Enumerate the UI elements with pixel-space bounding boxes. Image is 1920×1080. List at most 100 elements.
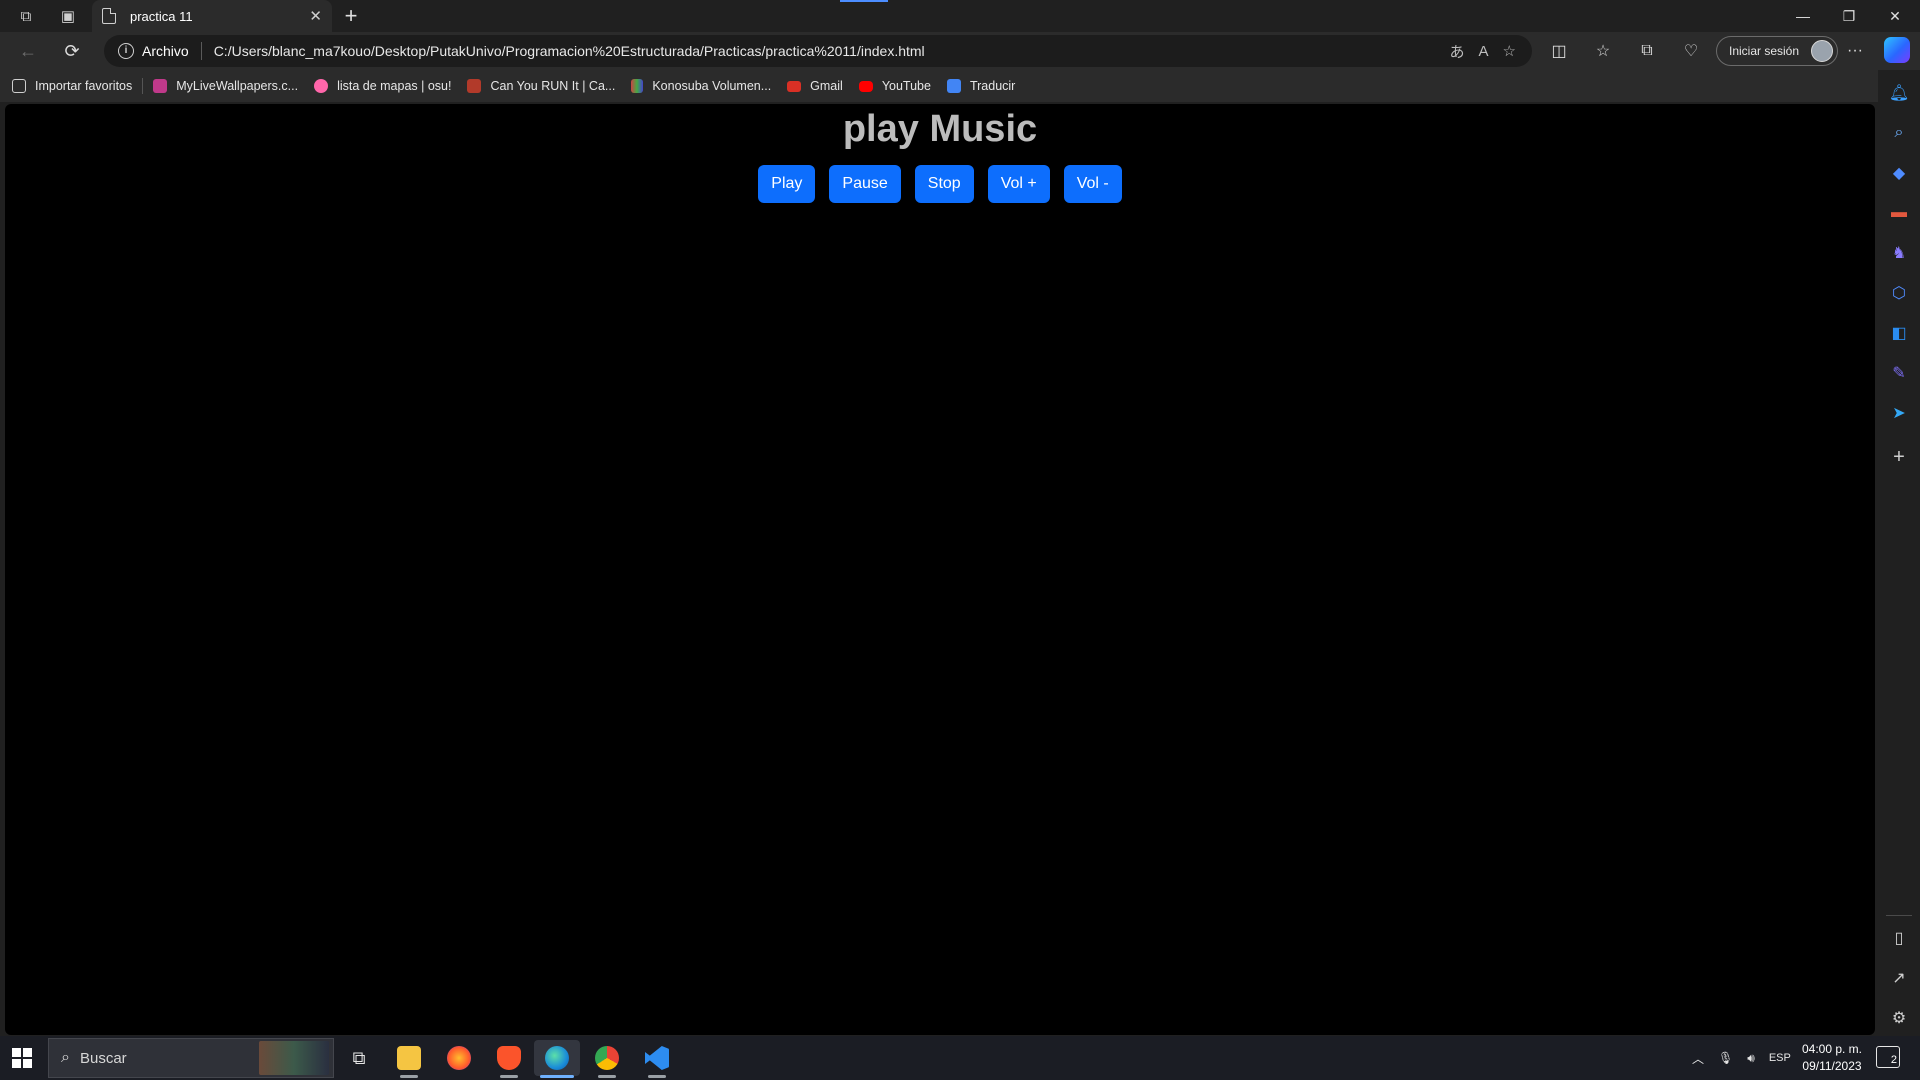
brave-icon[interactable]	[486, 1040, 532, 1078]
windows-start-icon[interactable]	[12, 1048, 32, 1068]
loading-indicator	[840, 0, 888, 2]
edge-icon[interactable]	[534, 1040, 580, 1078]
minimize-button[interactable]: —	[1780, 0, 1826, 32]
restore-button[interactable]: ❐	[1826, 0, 1872, 32]
workspaces-icon[interactable]: ⧉	[10, 4, 42, 28]
stop-button[interactable]: Stop	[914, 165, 974, 203]
favorite-traducir[interactable]: Traducir	[946, 79, 1016, 93]
microsoft-365-icon[interactable]: ⬡	[1886, 280, 1912, 306]
open-external-icon[interactable]: ↗	[1886, 965, 1912, 991]
navigation-bar: ← ⟳ i Archivo C:/Users/blanc_ma7kouo/Des…	[0, 32, 1920, 70]
clock-date: 09/11/2023	[1802, 1059, 1862, 1073]
clock-time: 04:00 p. m.	[1801, 1042, 1863, 1056]
favorite-star-icon[interactable]: ☆	[1503, 42, 1516, 60]
favorites-icon[interactable]: ☆	[1588, 37, 1618, 65]
favorite-youtube[interactable]: YouTube	[858, 79, 931, 93]
favorite-canyourunit[interactable]: Can You RUN It | Ca...	[467, 79, 615, 93]
task-view-glyph: ⧉	[352, 1047, 366, 1068]
url-text[interactable]: C:/Users/blanc_ma7kouo/Desktop/PutakUniv…	[214, 43, 925, 59]
mylivewallpapers-icon	[153, 79, 168, 93]
running-indicator	[598, 1075, 616, 1078]
vscode-logo-icon	[645, 1046, 669, 1070]
search-icon[interactable]: ⌕	[1886, 120, 1912, 146]
edge-sidebar: 🔔︎ ⌕ ◆ ▬ ♞ ⬡ ◧ ✎ ➤ + ▯ ↗ ⚙	[1878, 70, 1920, 1036]
vscode-icon[interactable]	[634, 1040, 680, 1078]
avatar	[1811, 40, 1834, 62]
clock[interactable]: 04:00 p. m. 09/11/2023	[1800, 1041, 1864, 1075]
taskbar-search-box[interactable]: ⌕ Buscar	[48, 1038, 334, 1078]
music-controls: Play Pause Stop Vol + Vol -	[5, 165, 1875, 203]
favorite-konosuba[interactable]: Konosuba Volumen...	[631, 79, 771, 93]
shopping-tag-icon[interactable]: ◆	[1886, 160, 1912, 186]
address-bar[interactable]: i Archivo C:/Users/blanc_ma7kouo/Desktop…	[104, 35, 1532, 67]
firefox-icon[interactable]	[436, 1040, 482, 1076]
brave-logo-icon	[497, 1046, 521, 1070]
close-window-button[interactable]: ✕	[1872, 0, 1918, 32]
favorite-label: Gmail	[810, 79, 843, 93]
favorite-label: Importar favoritos	[35, 79, 133, 93]
favorite-label: Traducir	[969, 79, 1016, 93]
running-indicator	[500, 1075, 518, 1078]
favorite-gmail[interactable]: Gmail	[787, 79, 843, 93]
gmail-icon	[787, 80, 802, 92]
new-tab-button[interactable]: +	[338, 3, 364, 29]
drop-icon[interactable]: ➤	[1886, 400, 1912, 426]
designer-icon[interactable]: ✎	[1886, 360, 1912, 386]
outlook-icon[interactable]: ◧	[1886, 320, 1912, 346]
play-button[interactable]: Play	[758, 165, 816, 203]
translate-icon[interactable]: あ	[1450, 41, 1465, 62]
canyourunit-icon	[467, 79, 482, 93]
add-sidebar-app-icon[interactable]: +	[1886, 444, 1912, 470]
signin-label: Iniciar sesión	[1729, 44, 1800, 58]
system-tray: ︿ 🎙︎ 🔊︎ ESP	[1692, 1036, 1791, 1080]
split-screen-icon[interactable]: ◫	[1544, 37, 1574, 65]
favorites-bar: Importar favoritos MyLiveWallpapers.c...…	[0, 70, 1920, 102]
chrome-icon[interactable]	[584, 1040, 630, 1078]
address-divider	[200, 42, 202, 60]
chrome-logo-icon	[595, 1046, 619, 1070]
info-icon[interactable]: i	[118, 43, 134, 59]
microphone-icon[interactable]: 🎙︎	[1718, 1051, 1733, 1065]
speaker-icon[interactable]: 🔊︎	[1747, 1051, 1755, 1066]
volume-up-button[interactable]: Vol +	[987, 165, 1050, 203]
running-indicator	[400, 1075, 418, 1078]
more-options-icon[interactable]: ···	[1840, 37, 1870, 65]
tab-close-icon[interactable]: ✕	[309, 7, 322, 25]
tools-icon[interactable]: ▬	[1886, 200, 1912, 226]
search-highlight-image	[259, 1041, 329, 1075]
copilot-icon[interactable]	[1884, 37, 1910, 63]
collections-icon[interactable]: ⧉	[1632, 37, 1662, 65]
origin-label[interactable]: Archivo	[142, 43, 189, 59]
chevron-up-icon[interactable]: ︿	[1692, 1050, 1704, 1067]
file-explorer-icon[interactable]	[386, 1040, 432, 1078]
signin-button[interactable]: Iniciar sesión	[1716, 36, 1839, 66]
settings-gear-icon[interactable]: ⚙	[1886, 1005, 1912, 1031]
notification-center-icon[interactable]: 2	[1876, 1046, 1900, 1068]
back-button[interactable]: ←	[12, 37, 44, 65]
tab-title: practica 11	[130, 8, 193, 24]
youtube-icon	[858, 80, 873, 92]
browser-essentials-icon[interactable]: ♡	[1676, 37, 1706, 65]
read-aloud-icon[interactable]: A	[1479, 43, 1489, 60]
games-icon[interactable]: ♞	[1886, 240, 1912, 266]
firefox-logo-icon	[447, 1046, 471, 1070]
hide-sidebar-icon[interactable]: ▯	[1886, 925, 1912, 951]
search-icon: ⌕	[61, 1049, 70, 1066]
favorite-mylivewallpapers[interactable]: MyLiveWallpapers.c...	[153, 79, 298, 93]
favorite-import[interactable]: Importar favoritos	[12, 79, 132, 93]
vertical-tabs-icon[interactable]: ▣	[52, 4, 84, 28]
favorite-osu[interactable]: lista de mapas | osu!	[314, 79, 451, 93]
sidebar-divider	[1886, 915, 1912, 916]
windows-taskbar: ⌕ Buscar ⧉ ︿ 🎙︎ 🔊︎ ESP 04:00 p. m. 09/11…	[0, 1036, 1920, 1080]
notifications-bell-icon[interactable]: 🔔︎	[1886, 80, 1912, 106]
refresh-button[interactable]: ⟳	[56, 37, 88, 65]
page-title: play Music	[842, 108, 1038, 150]
task-view-icon[interactable]: ⧉	[336, 1040, 382, 1076]
search-placeholder: Buscar	[79, 1049, 127, 1067]
pause-button[interactable]: Pause	[829, 165, 901, 203]
page-document-icon	[102, 8, 116, 24]
notification-count: 2	[1890, 1054, 1897, 1066]
volume-down-button[interactable]: Vol -	[1063, 165, 1122, 203]
tab-practica-11[interactable]: practica 11 ✕	[92, 0, 332, 32]
language-indicator[interactable]: ESP	[1769, 1052, 1791, 1064]
